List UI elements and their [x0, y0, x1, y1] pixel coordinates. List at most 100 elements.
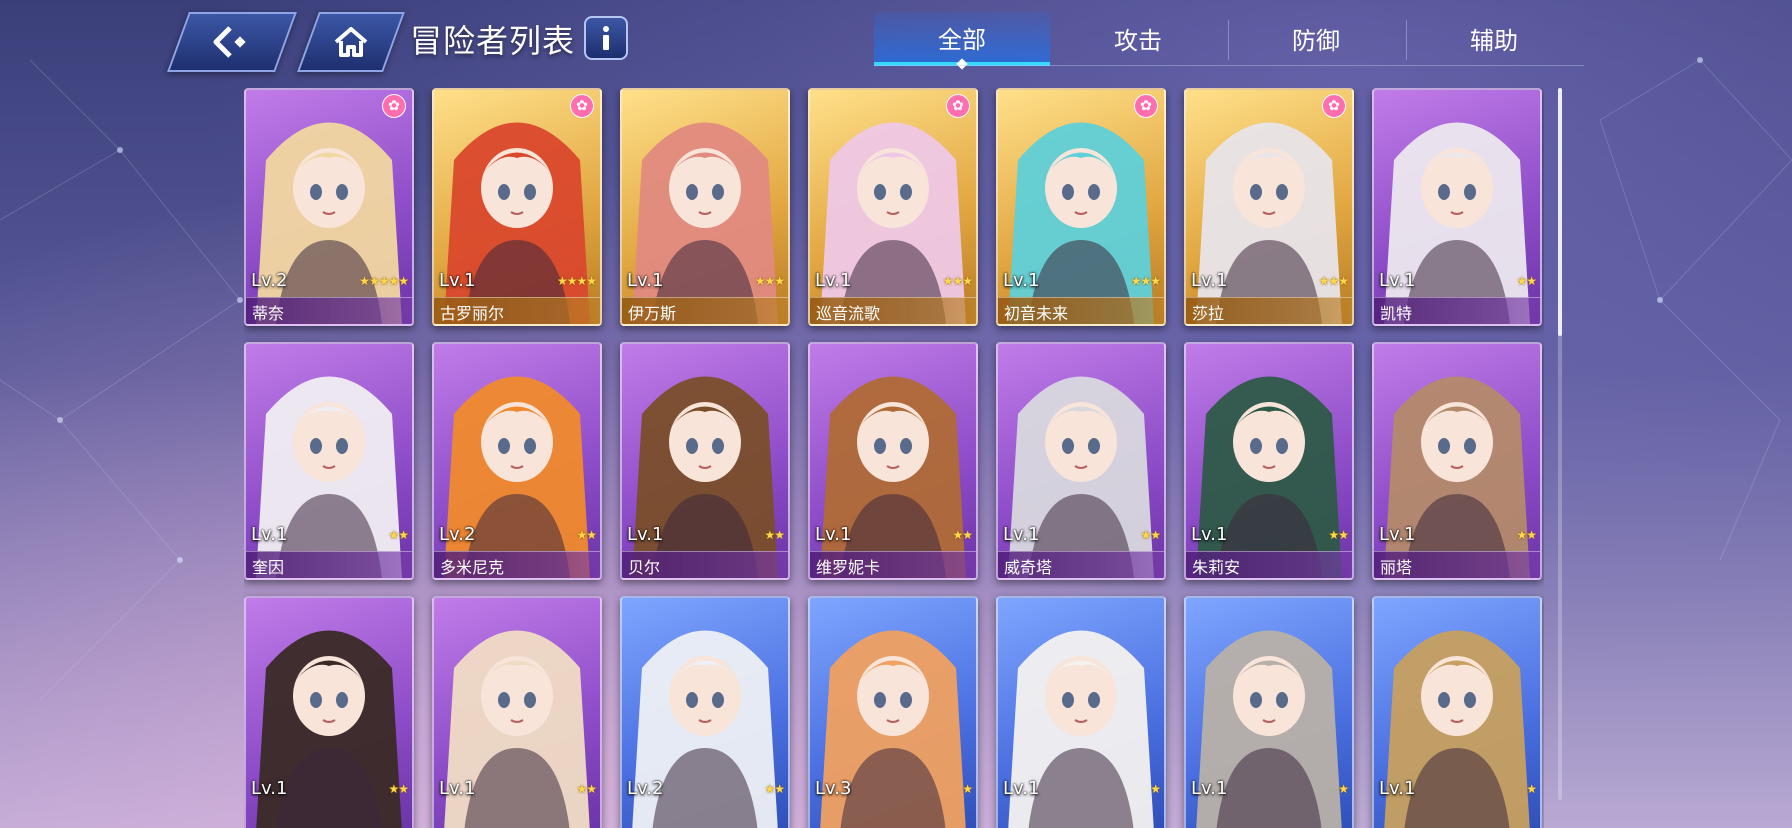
- name-bar: 蒂奈: [246, 297, 412, 324]
- star-icon: ★: [378, 274, 390, 288]
- star-icon: ★: [556, 274, 568, 288]
- star-icon: ★: [774, 782, 785, 796]
- adventurer-name: 伊万斯: [628, 304, 677, 323]
- star-icon: ★: [586, 528, 597, 542]
- level-label: Lv.1: [1379, 524, 1416, 545]
- tab-label: 防御: [1292, 26, 1340, 55]
- star-icon: ★: [1150, 528, 1161, 542]
- star-icon: ★: [398, 528, 409, 542]
- star-icon: ★: [1328, 528, 1339, 542]
- level-row: Lv.1 ★: [998, 778, 1164, 802]
- adventurer-card[interactable]: Lv.1 ★★ 丽塔: [1372, 342, 1542, 580]
- star-icon: ★: [1130, 274, 1142, 288]
- star-icon: ★: [1526, 528, 1537, 542]
- star-icon: ★: [962, 528, 973, 542]
- adventurer-name: 贝尔: [628, 558, 661, 577]
- name-bar: 莎拉: [1186, 297, 1352, 324]
- adventurer-card[interactable]: ✿ Lv.1 ★★★ 莎拉: [1184, 88, 1354, 326]
- adventurer-card[interactable]: Lv.1 ★★ 贝尔: [620, 342, 790, 580]
- tab-attack[interactable]: 攻击: [1050, 12, 1226, 64]
- tab-label: 攻击: [1114, 26, 1162, 55]
- adventurer-card[interactable]: ✿ Lv.2 ★★★★★ 蒂奈: [244, 88, 414, 326]
- adventurer-card[interactable]: Lv.2 ★★: [620, 596, 790, 828]
- adventurer-card[interactable]: Lv.1 ★★ 威奇塔: [996, 342, 1166, 580]
- tab-support[interactable]: 辅助: [1406, 12, 1582, 64]
- level-row: Lv.1 ★★: [1374, 524, 1540, 548]
- adventurer-name: 蒂奈: [252, 304, 285, 323]
- adventurer-card[interactable]: Lv.1 ★★ 奎因: [244, 342, 414, 580]
- level-label: Lv.1: [251, 778, 288, 799]
- info-button[interactable]: [584, 16, 628, 60]
- level-row: Lv.2 ★★: [434, 524, 600, 548]
- level-label: Lv.1: [251, 524, 288, 545]
- adventurer-card[interactable]: Lv.3 ★: [808, 596, 978, 828]
- adventurer-card[interactable]: Lv.1 ★★ 维罗妮卡: [808, 342, 978, 580]
- star-icon: ★: [398, 782, 409, 796]
- star-icon: ★: [586, 274, 597, 288]
- star-rating: ★★: [764, 528, 785, 542]
- level-label: Lv.2: [439, 524, 476, 545]
- star-icon: ★: [1526, 274, 1537, 288]
- star-icon: ★: [1140, 274, 1151, 288]
- level-row: Lv.1 ★★: [622, 524, 788, 548]
- star-icon: ★: [1338, 782, 1349, 796]
- star-rating: ★★★★★: [359, 274, 409, 288]
- paw-icon: ✿: [946, 94, 970, 118]
- paw-icon: ✿: [1322, 94, 1346, 118]
- level-label: Lv.1: [1191, 270, 1228, 291]
- level-row: Lv.2 ★★: [622, 778, 788, 802]
- adventurer-card[interactable]: Lv.1 ★: [1184, 596, 1354, 828]
- name-bar: 朱莉安: [1186, 551, 1352, 578]
- category-tabs: 全部 攻击 防御 辅助: [874, 12, 1584, 70]
- level-label: Lv.1: [1191, 524, 1228, 545]
- level-row: Lv.1 ★★: [434, 778, 600, 802]
- level-label: Lv.1: [1003, 270, 1040, 291]
- star-icon: ★: [1516, 274, 1527, 288]
- star-icon: ★: [1516, 528, 1527, 542]
- adventurer-card[interactable]: Lv.1 ★★: [244, 596, 414, 828]
- adventurer-card[interactable]: ✿ Lv.1 ★★★ 巡音流歌: [808, 88, 978, 326]
- level-label: Lv.1: [815, 270, 852, 291]
- level-row: Lv.3 ★: [810, 778, 976, 802]
- star-icon: ★: [764, 782, 775, 796]
- star-icon: ★: [1150, 274, 1161, 288]
- star-icon: ★: [398, 274, 409, 288]
- adventurer-card[interactable]: Lv.1 ★★★ 伊万斯: [620, 88, 790, 326]
- adventurer-card[interactable]: Lv.2 ★★ 多米尼克: [432, 342, 602, 580]
- star-rating: ★: [962, 782, 973, 796]
- star-rating: ★: [1338, 782, 1349, 796]
- tab-defense[interactable]: 防御: [1228, 12, 1404, 64]
- star-rating: ★★: [952, 528, 973, 542]
- star-rating: ★★: [576, 782, 597, 796]
- adventurer-card[interactable]: Lv.1 ★★ 凯特: [1372, 88, 1542, 326]
- adventurer-card[interactable]: Lv.1 ★★: [432, 596, 602, 828]
- home-icon: [334, 27, 368, 57]
- adventurer-card[interactable]: Lv.1 ★: [996, 596, 1166, 828]
- tabs-baseline: [874, 65, 1584, 66]
- paw-icon: ✿: [570, 94, 594, 118]
- name-bar: 初音未来: [998, 297, 1164, 324]
- adventurer-name: 奎因: [252, 558, 285, 577]
- adventurer-card[interactable]: ✿ Lv.1 ★★★ 初音未来: [996, 88, 1166, 326]
- star-icon: ★: [1526, 782, 1537, 796]
- level-label: Lv.1: [439, 270, 476, 291]
- tab-all[interactable]: 全部: [874, 12, 1050, 70]
- back-button[interactable]: [167, 12, 297, 72]
- name-bar: 多米尼克: [434, 551, 600, 578]
- name-bar: 奎因: [246, 551, 412, 578]
- name-bar: 维罗妮卡: [810, 551, 976, 578]
- level-row: Lv.1 ★: [1374, 778, 1540, 802]
- adventurer-name: 威奇塔: [1004, 558, 1053, 577]
- home-button[interactable]: [297, 12, 405, 72]
- star-icon: ★: [359, 274, 370, 288]
- adventurer-card[interactable]: Lv.1 ★: [1372, 596, 1542, 828]
- adventurer-card[interactable]: ✿ Lv.1 ★★★★ 古罗丽尔: [432, 88, 602, 326]
- adventurer-card[interactable]: Lv.1 ★★ 朱莉安: [1184, 342, 1354, 580]
- scrollbar-thumb[interactable]: [1558, 88, 1562, 336]
- level-label: Lv.2: [251, 270, 288, 291]
- adventurer-name: 凯特: [1380, 304, 1413, 323]
- active-tab-indicator: [956, 58, 968, 70]
- adventurer-name: 巡音流歌: [816, 304, 881, 323]
- star-icon: ★: [1318, 274, 1330, 288]
- star-icon: ★: [586, 782, 597, 796]
